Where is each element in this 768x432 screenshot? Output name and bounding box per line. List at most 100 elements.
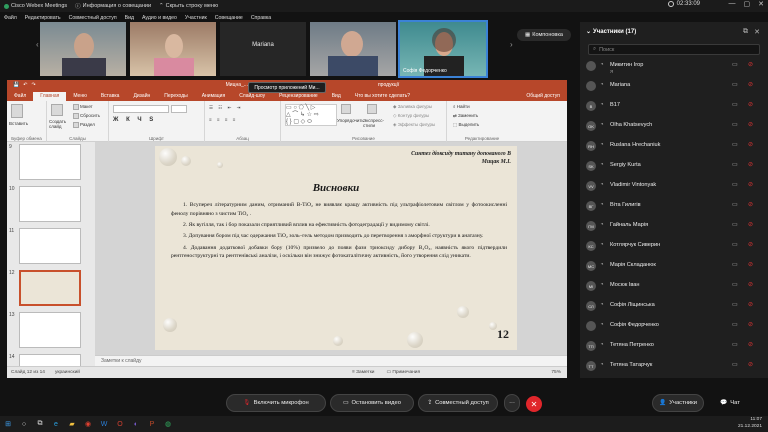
- menu-participant[interactable]: Участник: [181, 15, 211, 21]
- notes-pane[interactable]: Заметки к слайду: [95, 355, 567, 366]
- save-icon[interactable]: 💾: [13, 82, 19, 88]
- participant-row[interactable]: ТТ ◔ Тетяна Татарчук ▭ ⊘: [580, 356, 768, 376]
- tab-design[interactable]: Дизайн: [126, 92, 157, 101]
- replace-button[interactable]: ⇄ Заменить: [453, 113, 478, 119]
- webex-taskbar-icon[interactable]: ◍: [161, 418, 175, 430]
- menu-share[interactable]: Совместный доступ: [65, 15, 121, 21]
- word-icon[interactable]: W: [97, 418, 111, 430]
- video-tile[interactable]: [310, 22, 396, 76]
- share-tab[interactable]: Общий доступ: [519, 92, 567, 101]
- share-button[interactable]: ⇪ Совместный доступ: [418, 394, 498, 412]
- font-format-buttons[interactable]: Ж К Ч S: [113, 117, 156, 123]
- chrome-icon[interactable]: ◉: [81, 418, 95, 430]
- maximize-icon[interactable]: ▢: [744, 0, 751, 8]
- mic-muted-icon[interactable]: ⊘: [748, 81, 753, 88]
- section-menu[interactable]: Раздел: [73, 122, 95, 128]
- mic-button[interactable]: 🎙 Включить микрофон: [226, 394, 326, 412]
- mic-muted-icon[interactable]: ⊘: [748, 361, 753, 368]
- tab-home[interactable]: Главная: [33, 92, 67, 101]
- strip-prev-icon[interactable]: ‹: [36, 40, 39, 49]
- mic-muted-icon[interactable]: ⊘: [748, 221, 753, 228]
- redo-icon[interactable]: ↷: [31, 82, 35, 88]
- mic-muted-icon[interactable]: ⊘: [748, 61, 753, 68]
- participant-row[interactable]: OK ◔ Olha Khatsevych ▭ ⊘: [580, 116, 768, 136]
- participants-button[interactable]: 👤 Участники: [652, 394, 704, 412]
- shape-outline-button[interactable]: ◇ Контур фигуры: [393, 113, 429, 119]
- mic-muted-icon[interactable]: ⊘: [748, 301, 753, 308]
- menu-audio-video[interactable]: Аудио и видео: [138, 15, 181, 21]
- participant-row[interactable]: B ◔ B17 ▭ ⊘: [580, 96, 768, 116]
- menu-help[interactable]: Справка: [247, 15, 275, 21]
- arrange-button[interactable]: [341, 104, 352, 114]
- layout-button[interactable]: ▦ Компоновка: [517, 29, 571, 41]
- mic-muted-icon[interactable]: ⊘: [748, 241, 753, 248]
- chat-button[interactable]: 💬 Чат: [712, 394, 748, 412]
- slide-thumbnail[interactable]: [19, 144, 81, 180]
- shapes-gallery[interactable]: ▭ ○ ⬠ ╲ ▷ △ ⌒ ↳ ☆ ⇨{ } ▢ ◇ ⬭: [285, 104, 337, 126]
- font-size-box[interactable]: [171, 105, 187, 113]
- select-button[interactable]: ⬚ Выделить: [453, 122, 479, 128]
- participant-row[interactable]: КС ◔ Котлярчук Сиверин ▭ ⊘: [580, 236, 768, 256]
- end-call-button[interactable]: ✕: [526, 396, 542, 412]
- panel-close-icon[interactable]: ✕: [754, 28, 760, 36]
- tab-menu[interactable]: Меню: [66, 92, 94, 101]
- participant-row[interactable]: ◔ Mariana ▭ ⊘: [580, 76, 768, 96]
- shape-fill-button[interactable]: ◆ Заливка фигуры: [393, 104, 432, 110]
- mic-muted-icon[interactable]: ⊘: [748, 161, 753, 168]
- tab-file[interactable]: Файл: [7, 92, 33, 101]
- popout-icon[interactable]: ⧉: [743, 28, 748, 36]
- strip-next-icon[interactable]: ›: [510, 40, 513, 49]
- list-buttons[interactable]: ☰ ☷ ⇤ ⇥: [209, 105, 242, 111]
- tab-animation[interactable]: Анимация: [195, 92, 232, 101]
- video-tile-sofia[interactable]: Софія Федорченко: [398, 20, 488, 78]
- mic-muted-icon[interactable]: ⊘: [748, 181, 753, 188]
- tab-slideshow[interactable]: Слайд-шоу: [232, 92, 272, 101]
- video-tile-mariana[interactable]: Mariana: [220, 22, 306, 76]
- menu-edit[interactable]: Редактировать: [21, 15, 65, 21]
- video-button[interactable]: ▭ Остановить видео: [330, 394, 414, 412]
- taskview-icon[interactable]: ⧉: [33, 418, 47, 430]
- participant-row[interactable]: BГ ◔ Віта Гилигів ▭ ⊘: [580, 196, 768, 216]
- quick-styles-button[interactable]: [367, 104, 378, 114]
- participant-row[interactable]: СЛ ◔ Софія Ліщинська ▭ ⊘: [580, 296, 768, 316]
- layout-menu[interactable]: Макет: [73, 104, 93, 110]
- align-buttons[interactable]: ≡ ≡ ≡ ≡: [209, 117, 237, 122]
- close-icon[interactable]: ✕: [758, 0, 764, 8]
- search-input[interactable]: ⌕ Поиск: [588, 44, 760, 55]
- mic-muted-icon[interactable]: ⊘: [748, 141, 753, 148]
- viber-icon[interactable]: ◐: [129, 418, 143, 430]
- participant-row[interactable]: SK ◔ Sergiy Kurta ▭ ⊘: [580, 156, 768, 176]
- more-button[interactable]: ···: [504, 394, 520, 412]
- mic-muted-icon[interactable]: ⊘: [748, 341, 753, 348]
- menu-meeting[interactable]: Совещание: [211, 15, 247, 21]
- slide-thumbnail-selected[interactable]: [19, 270, 81, 306]
- opera-icon[interactable]: O: [113, 418, 127, 430]
- menu-view[interactable]: Вид: [121, 15, 138, 21]
- menu-file[interactable]: Файл: [0, 15, 21, 21]
- mic-muted-icon[interactable]: ⊘: [748, 121, 753, 128]
- notes-toggle[interactable]: ≡ Заметки: [352, 370, 375, 375]
- participant-row[interactable]: ГМ ◔ Гайналь Марія ▭ ⊘: [580, 216, 768, 236]
- edge-icon[interactable]: e: [49, 418, 63, 430]
- start-icon[interactable]: ⊞: [1, 418, 15, 430]
- find-button[interactable]: ⌕ Найти: [453, 104, 470, 109]
- explorer-icon[interactable]: ▰: [65, 418, 79, 430]
- tab-review[interactable]: Рецензирование: [272, 92, 325, 101]
- participant-row[interactable]: ◔ Софія Федорченко ▭ ⊘: [580, 316, 768, 336]
- participant-row[interactable]: МІ ◔ Мосюк Іван ▭ ⊘: [580, 276, 768, 296]
- participant-row[interactable]: ◔ Микитин Ігор Я ▭ ⊘: [580, 56, 768, 76]
- collapse-icon[interactable]: ⌄: [586, 28, 591, 35]
- tell-me-search[interactable]: Что вы хотите сделать?: [348, 92, 417, 101]
- undo-icon[interactable]: ↶: [23, 82, 27, 88]
- video-tile[interactable]: [130, 22, 216, 76]
- paste-button[interactable]: [11, 104, 24, 118]
- participant-row[interactable]: VV ◔ Vladimir Vintonyak ▭ ⊘: [580, 176, 768, 196]
- video-tile[interactable]: [40, 22, 126, 76]
- participant-row[interactable]: ТП ◔ Тетяна Петренко ▭ ⊘: [580, 336, 768, 356]
- current-slide[interactable]: Синтез діоксиду титану допованого B Мица…: [155, 146, 517, 350]
- mic-muted-icon[interactable]: ⊘: [748, 101, 753, 108]
- meeting-info-link[interactable]: ⓘ Информация о совещании: [71, 2, 155, 10]
- new-slide-button[interactable]: [51, 104, 64, 116]
- search-taskbar-icon[interactable]: ○: [17, 418, 31, 430]
- mic-muted-icon[interactable]: ⊘: [748, 281, 753, 288]
